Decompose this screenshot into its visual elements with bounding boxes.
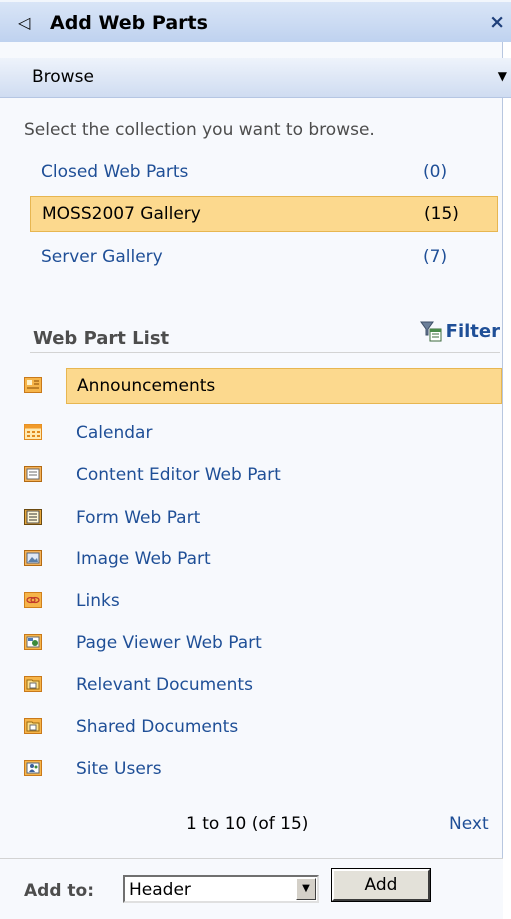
web-part-label[interactable]: Relevant Documents <box>66 667 253 703</box>
chevron-down-icon[interactable]: ▼ <box>498 69 507 83</box>
collection-count: (15) <box>424 204 459 224</box>
web-part-item-site-users[interactable]: Site Users <box>24 751 502 787</box>
web-part-label[interactable]: Content Editor Web Part <box>66 457 281 493</box>
web-part-label[interactable]: Shared Documents <box>66 709 238 745</box>
collection-prompt: Select the collection you want to browse… <box>24 120 375 140</box>
pager-range: 1 to 10 (of 15) <box>186 814 309 834</box>
collection-closed-web-parts[interactable]: Closed Web Parts (0) <box>30 154 498 190</box>
collection-count: (0) <box>423 162 448 182</box>
collapse-icon[interactable]: ◁ <box>18 15 30 31</box>
add-button[interactable]: Add <box>331 868 431 902</box>
next-page-link[interactable]: Next <box>449 814 489 834</box>
zone-select-value: Header <box>129 880 191 900</box>
collection-count: (7) <box>423 247 448 267</box>
web-part-item-form[interactable]: Form Web Part <box>24 500 502 536</box>
web-part-item-shared-documents[interactable]: Shared Documents <box>24 709 502 745</box>
web-part-label[interactable]: Announcements <box>66 368 502 404</box>
close-icon[interactable]: × <box>489 11 505 33</box>
web-part-label[interactable]: Calendar <box>66 415 152 451</box>
web-part-label[interactable]: Form Web Part <box>66 500 200 536</box>
panel-titlebar: ◁ Add Web Parts × <box>0 0 511 42</box>
content-editor-icon <box>24 466 42 482</box>
links-icon <box>24 592 42 608</box>
add-web-parts-panel: ◁ Add Web Parts × Browse ▼ Select the co… <box>0 0 511 919</box>
web-part-item-announcements[interactable]: Announcements <box>24 368 502 404</box>
collection-name[interactable]: MOSS2007 Gallery <box>42 204 201 224</box>
collection-moss2007-gallery[interactable]: MOSS2007 Gallery (15) <box>30 196 498 232</box>
add-to-bar: Add to: Header ▼ Add <box>0 858 503 919</box>
web-part-label[interactable]: Image Web Part <box>66 541 211 577</box>
filter-button[interactable]: Filter <box>419 320 500 342</box>
collection-name[interactable]: Closed Web Parts <box>41 162 188 182</box>
web-part-label[interactable]: Links <box>66 583 120 619</box>
panel-title: Add Web Parts <box>50 12 208 34</box>
announcements-icon <box>24 377 42 393</box>
web-part-label[interactable]: Page Viewer Web Part <box>66 625 262 661</box>
collection-name[interactable]: Server Gallery <box>41 247 163 267</box>
zone-select[interactable]: Header ▼ <box>123 875 319 903</box>
filter-icon <box>419 321 442 342</box>
collection-server-gallery[interactable]: Server Gallery (7) <box>30 239 498 275</box>
web-part-list-header: Web Part List Filter <box>30 318 500 353</box>
calendar-icon <box>24 424 42 440</box>
users-icon <box>24 760 42 776</box>
web-part-item-calendar[interactable]: Calendar <box>24 415 502 451</box>
web-part-item-relevant-documents[interactable]: Relevant Documents <box>24 667 502 703</box>
web-part-item-content-editor[interactable]: Content Editor Web Part <box>24 457 502 493</box>
documents-icon <box>24 676 42 692</box>
documents-icon <box>24 718 42 734</box>
web-part-item-page-viewer[interactable]: Page Viewer Web Part <box>24 625 502 661</box>
filter-label[interactable]: Filter <box>446 321 500 342</box>
image-icon <box>24 550 42 566</box>
web-part-item-links[interactable]: Links <box>24 583 502 619</box>
web-part-item-image[interactable]: Image Web Part <box>24 541 502 577</box>
browse-menu[interactable]: Browse ▼ <box>0 58 511 98</box>
web-part-label[interactable]: Site Users <box>66 751 162 787</box>
web-part-list-heading: Web Part List <box>33 328 170 349</box>
page-viewer-icon <box>24 634 42 650</box>
form-icon <box>24 509 42 525</box>
browse-menu-label: Browse <box>32 67 94 87</box>
chevron-down-icon[interactable]: ▼ <box>296 878 316 900</box>
add-to-label: Add to: <box>24 881 95 901</box>
